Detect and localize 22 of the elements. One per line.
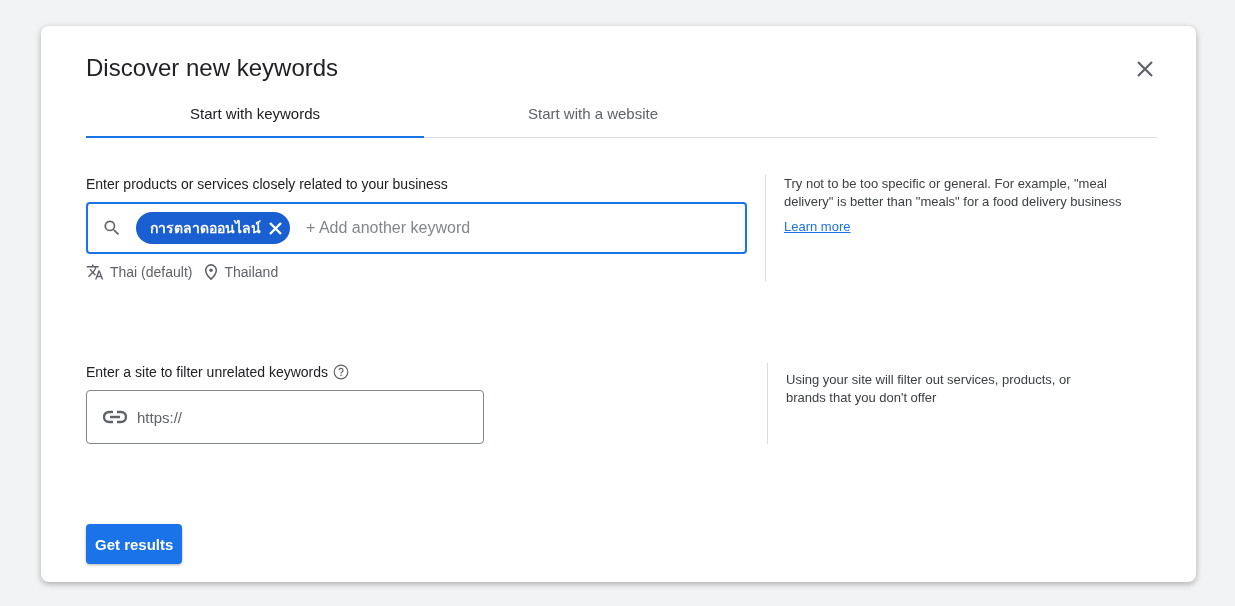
close-icon	[1136, 60, 1154, 78]
location-pin-icon	[204, 264, 219, 280]
get-results-button[interactable]: Get results	[86, 524, 183, 564]
help-text: Using your site will filter out services, products, or brands that you don't offer	[786, 371, 1072, 407]
help-text: Try not to be too specific or general. For example, "meal delivery" is better than "meals" for a food delivery business	[784, 175, 1123, 211]
close-icon	[269, 221, 282, 235]
location-text: Thailand	[224, 264, 279, 280]
link-icon	[103, 410, 127, 424]
field-label: Enter products or services closely related to your business	[86, 175, 449, 193]
site-input-field[interactable]: https://	[86, 390, 484, 444]
remove-chip-button[interactable]	[269, 221, 282, 235]
learn-more-link[interactable]: Learn more	[784, 219, 851, 234]
search-icon	[102, 218, 122, 238]
keyword-input-field[interactable]: การตลาดออนไลน์ + Add another keyword	[86, 202, 747, 254]
translate-icon	[86, 263, 104, 281]
keyword-chip[interactable]: การตลาดออนไลน์	[136, 212, 290, 244]
language-text: Thai (default)	[110, 264, 193, 280]
tab[interactable]: Start with keywords	[86, 90, 424, 138]
tab[interactable]: Start with a website	[424, 90, 762, 138]
help-icon[interactable]	[333, 364, 349, 380]
field-label: Enter a site to filter unrelated keywords	[86, 364, 328, 380]
dialog-title: Discover new keywords	[86, 54, 339, 82]
